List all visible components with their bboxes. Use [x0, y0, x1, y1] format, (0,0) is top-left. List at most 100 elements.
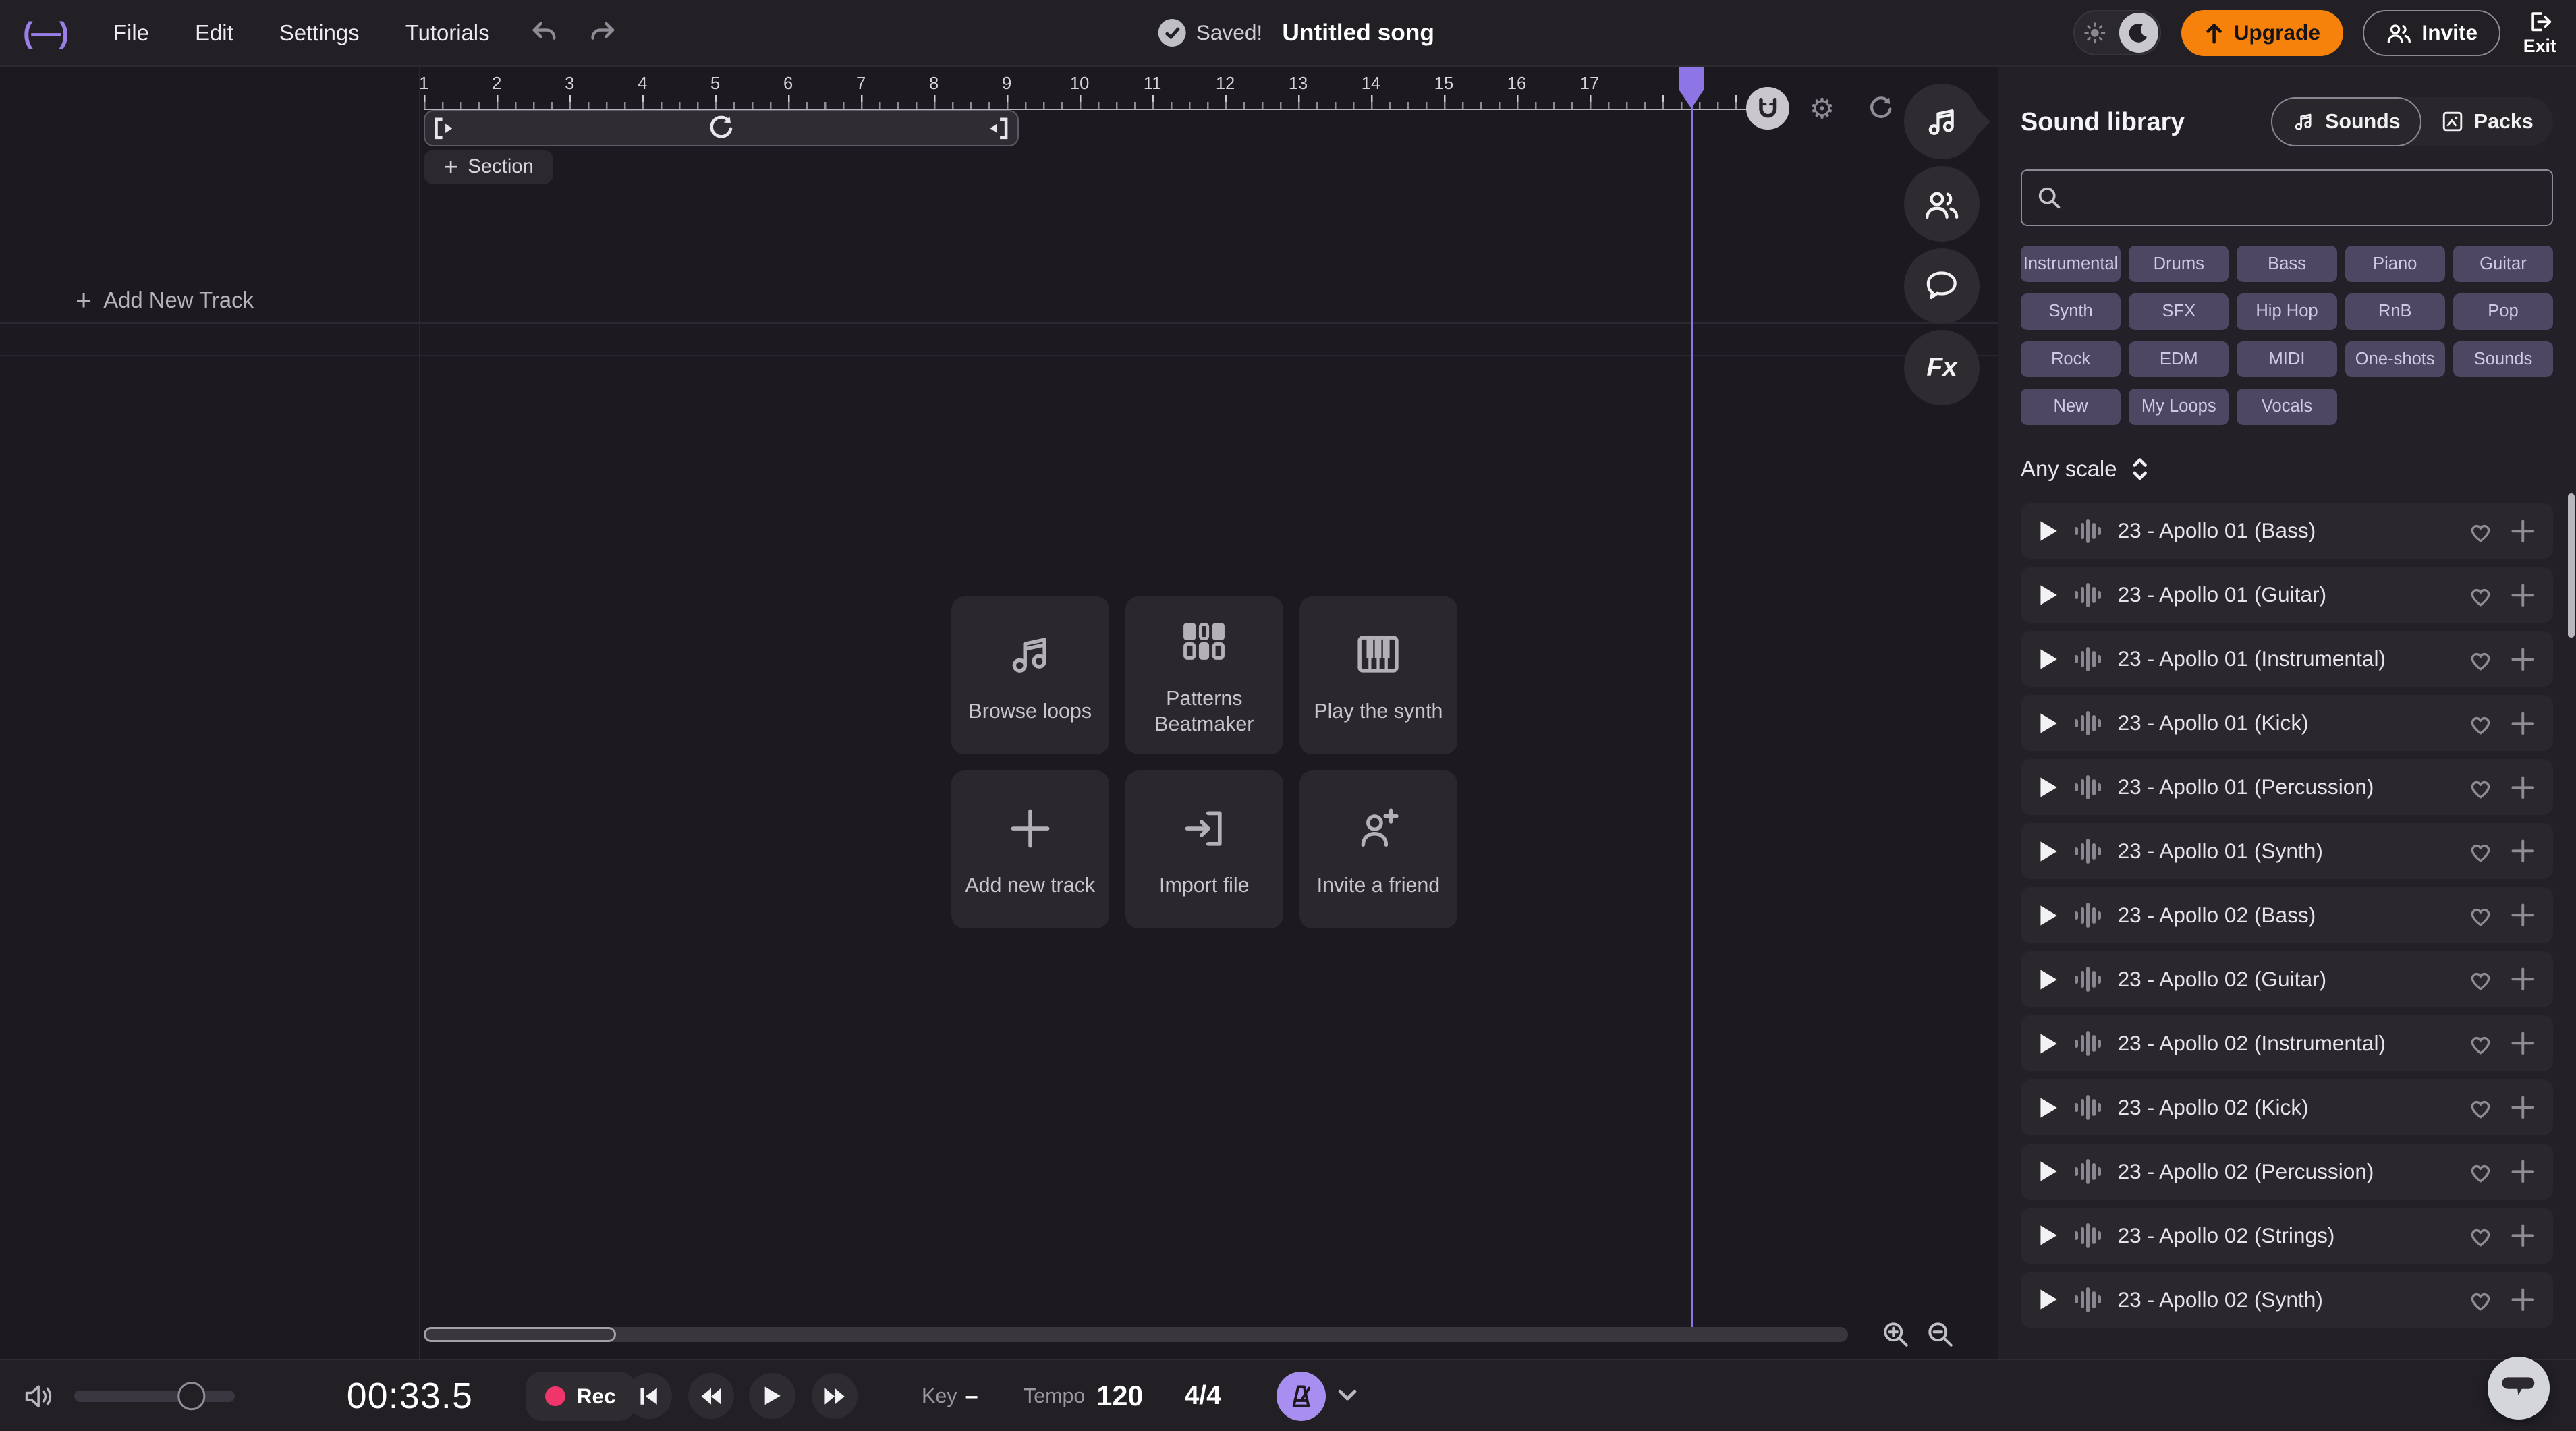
import-file-card[interactable]: Import file: [1125, 770, 1283, 928]
sound-library-fab[interactable]: [1904, 84, 1980, 159]
filter-chip[interactable]: Synth: [2021, 293, 2121, 330]
loop-row[interactable]: 23 - Apollo 01 (Synth): [2021, 823, 2553, 879]
snap-magnet-button[interactable]: [1746, 87, 1789, 130]
add-loop-icon[interactable]: [2511, 1223, 2536, 1248]
search-input[interactable]: [2073, 184, 2537, 212]
play-loop-icon[interactable]: [2039, 1096, 2059, 1119]
volume-slider[interactable]: [74, 1391, 235, 1402]
filter-chip[interactable]: Drums: [2129, 246, 2229, 282]
play-synth-card[interactable]: Play the synth: [1299, 596, 1457, 754]
rewind-button[interactable]: [688, 1373, 734, 1419]
add-loop-icon[interactable]: [2511, 1287, 2536, 1312]
filter-chip[interactable]: Piano: [2345, 246, 2445, 282]
favorite-heart-icon[interactable]: [2467, 839, 2494, 864]
collaborators-fab[interactable]: [1904, 166, 1980, 242]
add-new-track-card[interactable]: Add new track: [951, 770, 1109, 928]
loop-end-handle-icon[interactable]: [988, 116, 1009, 141]
chat-fab[interactable]: [1904, 248, 1980, 324]
loop-row[interactable]: 23 - Apollo 01 (Bass): [2021, 503, 2553, 559]
panel-scrollbar-thumb[interactable]: [2568, 493, 2575, 638]
tab-packs[interactable]: Packs: [2421, 97, 2553, 146]
key-selector[interactable]: Key–: [922, 1360, 978, 1431]
chevron-down-icon[interactable]: [1336, 1383, 1359, 1406]
favorite-heart-icon[interactable]: [2467, 1287, 2494, 1312]
skip-to-start-button[interactable]: [626, 1373, 672, 1419]
add-loop-icon[interactable]: [2511, 1159, 2536, 1184]
support-chat-fab[interactable]: [2488, 1357, 2550, 1420]
tab-sounds[interactable]: Sounds: [2271, 97, 2421, 146]
favorite-heart-icon[interactable]: [2467, 903, 2494, 928]
play-button[interactable]: [749, 1373, 795, 1419]
play-loop-icon[interactable]: [2039, 520, 2059, 542]
filter-chip[interactable]: Guitar: [2453, 246, 2553, 282]
filter-chip[interactable]: Hip Hop: [2237, 293, 2336, 330]
loop-row[interactable]: 23 - Apollo 02 (Guitar): [2021, 951, 2553, 1007]
scrollbar-thumb[interactable]: [424, 1327, 616, 1342]
tempo-selector[interactable]: Tempo120: [1024, 1360, 1143, 1431]
favorite-heart-icon[interactable]: [2467, 967, 2494, 992]
scale-selector[interactable]: Any scale: [2021, 456, 2553, 482]
loop-row[interactable]: 23 - Apollo 02 (Synth): [2021, 1272, 2553, 1328]
patterns-beatmaker-card[interactable]: Patterns Beatmaker: [1125, 596, 1283, 754]
add-loop-icon[interactable]: [2511, 519, 2536, 544]
filter-chip[interactable]: Pop: [2453, 293, 2553, 330]
filter-chip[interactable]: RnB: [2345, 293, 2445, 330]
favorite-heart-icon[interactable]: [2467, 1095, 2494, 1120]
filter-chip[interactable]: EDM: [2129, 341, 2229, 378]
exit-button[interactable]: Exit: [2523, 9, 2556, 57]
loop-row[interactable]: 23 - Apollo 02 (Strings): [2021, 1208, 2553, 1264]
effects-fab[interactable]: Fx: [1904, 330, 1980, 405]
play-loop-icon[interactable]: [2039, 904, 2059, 927]
play-loop-icon[interactable]: [2039, 712, 2059, 735]
invite-friend-card[interactable]: Invite a friend: [1299, 770, 1457, 928]
time-signature[interactable]: 4/4: [1185, 1360, 1221, 1431]
loop-row[interactable]: 23 - Apollo 02 (Percussion): [2021, 1144, 2553, 1200]
add-loop-icon[interactable]: [2511, 647, 2536, 672]
filter-chip[interactable]: One-shots: [2345, 341, 2445, 378]
favorite-heart-icon[interactable]: [2467, 519, 2494, 544]
filter-chip[interactable]: My Loops: [2129, 389, 2229, 425]
favorite-heart-icon[interactable]: [2467, 711, 2494, 736]
loop-row[interactable]: 23 - Apollo 01 (Instrumental): [2021, 631, 2553, 687]
add-loop-icon[interactable]: [2511, 903, 2536, 928]
record-button[interactable]: Rec: [526, 1372, 636, 1421]
add-loop-icon[interactable]: [2511, 583, 2536, 608]
loop-toggle-icon[interactable]: [1863, 90, 1899, 127]
favorite-heart-icon[interactable]: [2467, 647, 2494, 672]
add-section-button[interactable]: + Section: [424, 150, 553, 184]
favorite-heart-icon[interactable]: [2467, 1031, 2494, 1056]
play-loop-icon[interactable]: [2039, 1288, 2059, 1311]
soundtrap-logo-icon[interactable]: (—): [23, 16, 67, 50]
song-title[interactable]: Untitled song: [1282, 20, 1434, 47]
play-loop-icon[interactable]: [2039, 1032, 2059, 1055]
play-loop-icon[interactable]: [2039, 968, 2059, 991]
favorite-heart-icon[interactable]: [2467, 1159, 2494, 1184]
add-new-track-button[interactable]: + Add New Track: [65, 278, 263, 323]
metronome-button[interactable]: [1277, 1372, 1326, 1421]
menu-item[interactable]: Tutorials: [389, 10, 505, 55]
cycle-region-bar[interactable]: [424, 110, 1018, 146]
play-loop-icon[interactable]: [2039, 584, 2059, 607]
favorite-heart-icon[interactable]: [2467, 1223, 2494, 1248]
fast-forward-button[interactable]: [812, 1373, 858, 1419]
favorite-heart-icon[interactable]: [2467, 583, 2494, 608]
menu-item[interactable]: File: [97, 10, 166, 55]
loop-row[interactable]: 23 - Apollo 02 (Bass): [2021, 887, 2553, 943]
filter-chip[interactable]: Rock: [2021, 341, 2121, 378]
play-loop-icon[interactable]: [2039, 1224, 2059, 1247]
undo-icon[interactable]: [522, 11, 565, 54]
zoom-out-icon[interactable]: [1922, 1316, 1959, 1352]
menu-item[interactable]: Edit: [179, 10, 250, 55]
loop-row[interactable]: 23 - Apollo 01 (Guitar): [2021, 567, 2553, 623]
play-loop-icon[interactable]: [2039, 840, 2059, 863]
filter-chip[interactable]: Vocals: [2237, 389, 2336, 425]
filter-chip[interactable]: Sounds: [2453, 341, 2553, 378]
add-loop-icon[interactable]: [2511, 839, 2536, 864]
add-loop-icon[interactable]: [2511, 1031, 2536, 1056]
favorite-heart-icon[interactable]: [2467, 775, 2494, 800]
browse-loops-card[interactable]: Browse loops: [951, 596, 1109, 754]
add-loop-icon[interactable]: [2511, 775, 2536, 800]
add-loop-icon[interactable]: [2511, 967, 2536, 992]
loop-row[interactable]: 23 - Apollo 01 (Percussion): [2021, 759, 2553, 815]
upgrade-button[interactable]: Upgrade: [2181, 10, 2343, 56]
